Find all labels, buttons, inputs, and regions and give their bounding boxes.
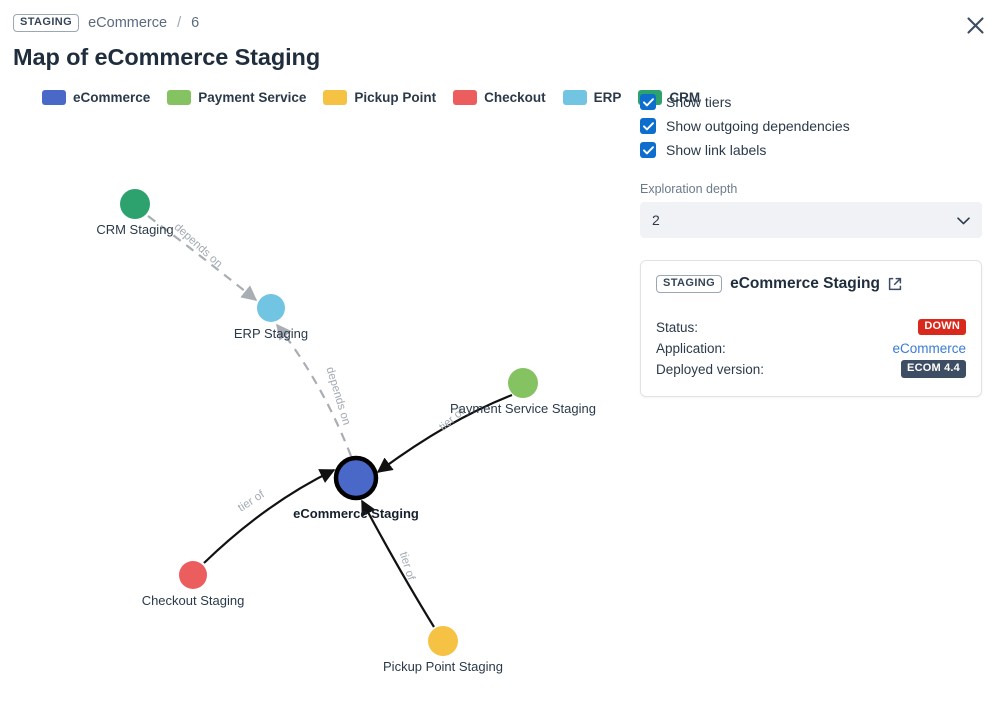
- breadcrumb: STAGING eCommerce / 6: [13, 14, 199, 32]
- checkbox-row-show-tiers[interactable]: Show tiers: [640, 90, 982, 114]
- legend-item-checkout[interactable]: Checkout: [453, 90, 546, 105]
- chevron-down-icon: [957, 212, 970, 228]
- graph-node-label-checkout: Checkout Staging: [142, 593, 245, 608]
- legend-swatch-erp: [562, 90, 587, 105]
- edge-label-checkout-ecommerce: tier of: [236, 488, 267, 514]
- graph-node-crm[interactable]: [120, 189, 150, 219]
- graph-node-ecommerce[interactable]: [333, 455, 379, 501]
- edge-label-ecommerce-erp: depends on: [323, 366, 352, 427]
- dependency-graph[interactable]: depends on depends on tier of tier of ti…: [0, 120, 640, 700]
- application-link[interactable]: eCommerce: [892, 341, 966, 356]
- close-icon: [966, 16, 985, 35]
- controls-panel: Show tiers Show outgoing dependencies Sh…: [640, 90, 982, 397]
- legend-swatch-checkout: [453, 90, 478, 105]
- edge-label-pickup-ecommerce: tier of: [397, 551, 417, 583]
- legend: eCommerce Payment Service Pickup Point C…: [42, 90, 700, 105]
- legend-label-erp: ERP: [593, 90, 622, 105]
- node-details-card: STAGING eCommerce Staging Status: DOWN A…: [640, 260, 982, 397]
- checkbox-row-show-outgoing-dependencies[interactable]: Show outgoing dependencies: [640, 114, 982, 138]
- exploration-depth-label: Exploration depth: [640, 182, 738, 196]
- legend-swatch-pickup-point: [323, 90, 348, 105]
- external-link-icon[interactable]: [888, 277, 902, 291]
- edge-label-crm-erp: depends on: [172, 221, 225, 270]
- legend-item-payment-service[interactable]: Payment Service: [167, 90, 306, 105]
- graph-node-label-pickup-point: Pickup Point Staging: [383, 659, 503, 674]
- legend-swatch-ecommerce: [42, 90, 66, 105]
- page-title: Map of eCommerce Staging: [13, 44, 321, 70]
- graph-node-checkout[interactable]: [179, 561, 207, 589]
- breadcrumb-separator: /: [177, 15, 182, 31]
- graph-node-label-payment-service: Payment Service Staging: [450, 401, 596, 416]
- checkbox-show-outgoing-dependencies[interactable]: [640, 118, 656, 134]
- node-details-rows: Status: DOWN Application: eCommerce Depl…: [656, 317, 966, 379]
- graph-node-labels: CRM Staging ERP Staging Payment Service …: [96, 222, 596, 674]
- graph-node-payment-service[interactable]: [508, 368, 538, 398]
- info-key-status: Status:: [656, 319, 699, 335]
- checkbox-row-show-link-labels[interactable]: Show link labels: [640, 138, 982, 162]
- node-details-title: eCommerce Staging: [730, 275, 880, 292]
- info-key-deployed-version: Deployed version:: [656, 361, 765, 377]
- info-row-deployed-version: Deployed version: ECOM 4.4: [656, 359, 966, 379]
- breadcrumb-env-badge: STAGING: [13, 14, 80, 32]
- breadcrumb-app-link[interactable]: eCommerce: [88, 15, 167, 31]
- legend-label-checkout: Checkout: [484, 90, 546, 105]
- checkbox-label-show-tiers: Show tiers: [666, 94, 732, 110]
- checkbox-label-show-outgoing-dependencies: Show outgoing dependencies: [666, 118, 850, 134]
- info-row-application: Application: eCommerce: [656, 338, 966, 358]
- info-row-status: Status: DOWN: [656, 317, 966, 337]
- exploration-depth-group: Exploration depth 2: [640, 182, 982, 238]
- graph-node-pickup-point[interactable]: [428, 626, 458, 656]
- legend-label-pickup-point: Pickup Point: [354, 90, 437, 105]
- info-key-application: Application:: [656, 340, 726, 356]
- legend-label-payment-service: Payment Service: [198, 90, 307, 105]
- exploration-depth-value: 2: [652, 212, 660, 228]
- node-details-env-badge: STAGING: [656, 275, 723, 293]
- deployed-version-badge: ECOM 4.4: [901, 360, 966, 378]
- checkbox-show-link-labels[interactable]: [640, 142, 656, 158]
- close-button[interactable]: [959, 9, 991, 41]
- breadcrumb-id[interactable]: 6: [191, 15, 199, 31]
- legend-item-ecommerce[interactable]: eCommerce: [42, 90, 150, 105]
- graph-nodes: [120, 189, 538, 656]
- legend-item-erp[interactable]: ERP: [562, 90, 622, 105]
- graph-edge-labels: depends on depends on tier of tier of ti…: [172, 221, 468, 582]
- graph-node-erp[interactable]: [257, 294, 285, 322]
- exploration-depth-select[interactable]: 2: [640, 202, 982, 238]
- legend-label-ecommerce: eCommerce: [73, 90, 151, 105]
- legend-swatch-payment-service: [167, 90, 192, 105]
- graph-node-label-erp: ERP Staging: [234, 326, 308, 341]
- graph-node-label-crm: CRM Staging: [96, 222, 173, 237]
- legend-item-pickup-point[interactable]: Pickup Point: [323, 90, 436, 105]
- checkbox-label-show-link-labels: Show link labels: [666, 142, 767, 158]
- status-badge: DOWN: [918, 319, 966, 335]
- node-details-header: STAGING eCommerce Staging: [656, 275, 966, 293]
- checkbox-show-tiers[interactable]: [640, 94, 656, 110]
- graph-node-label-ecommerce: eCommerce Staging: [293, 506, 419, 521]
